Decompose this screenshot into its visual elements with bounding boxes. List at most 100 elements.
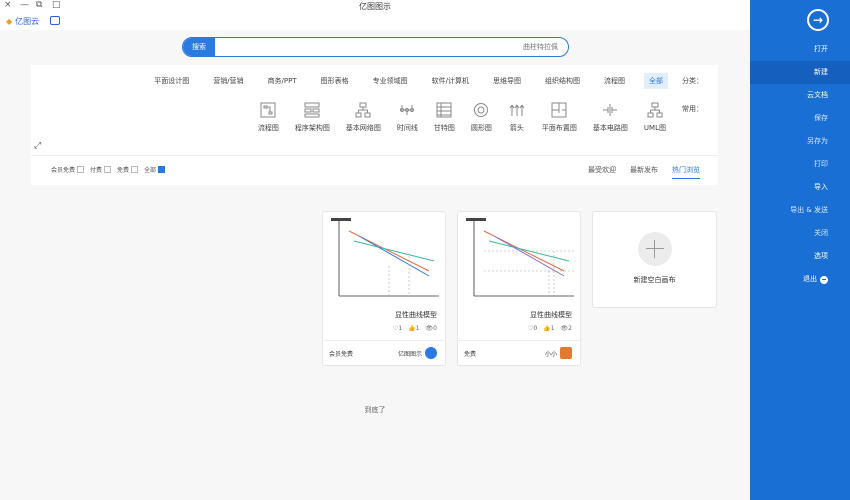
likes-count: 👍1: [408, 325, 420, 332]
common-item-label: 基本网络图: [345, 124, 381, 132]
expand-icon[interactable]: ⤢: [34, 141, 41, 151]
category-business[interactable]: 商务/PPT: [263, 73, 302, 89]
sidebar-item-open[interactable]: 打开: [750, 38, 850, 61]
card-title: 显性曲线模型: [530, 311, 572, 319]
avatar: [560, 347, 572, 359]
category-marketing[interactable]: 营销/营销: [208, 73, 248, 89]
filter-label: 免费: [117, 167, 130, 174]
template-thumbnail: [331, 218, 439, 297]
sort-tabs: 热门浏览 最新发布 最受欢迎: [588, 165, 700, 179]
card-author[interactable]: 小小: [545, 347, 572, 359]
back-button[interactable]: →: [807, 9, 829, 31]
sidebar-item-close[interactable]: 关闭: [750, 222, 850, 245]
checkbox-all[interactable]: [158, 166, 166, 173]
filter-free[interactable]: 免费: [117, 165, 139, 174]
favorites-count: ♡1: [393, 325, 403, 332]
tab-popular[interactable]: 最受欢迎: [588, 165, 616, 179]
common-flowchart[interactable]: 流程图: [258, 101, 279, 133]
filter-label: 付费: [90, 167, 103, 174]
checkbox-member-free[interactable]: [77, 166, 85, 173]
message-icon[interactable]: [50, 16, 60, 25]
main-area: 搜索 分类： 全部 流程图 组织结构图 思维导图 软件/计算机 专业领域图 图形…: [0, 30, 750, 500]
template-thumbnail: [466, 218, 574, 297]
sidebar-item-cloud[interactable]: 云文档: [750, 84, 850, 107]
sidebar-item-options[interactable]: 选项: [750, 245, 850, 268]
common-uml[interactable]: UML图: [644, 101, 666, 133]
common-gantt[interactable]: 甘特图: [434, 101, 455, 133]
new-blank-canvas-card[interactable]: 新建空白画布: [592, 211, 717, 308]
common-architecture[interactable]: 程序架构图: [295, 101, 330, 133]
card-author[interactable]: 亿图图示: [398, 347, 437, 359]
category-row: 分类： 全部 流程图 组织结构图 思维导图 软件/计算机 专业领域图 图形表格 …: [149, 73, 703, 89]
price-filters: 全部 免费 付费 会员免费: [51, 165, 166, 174]
window-title: 亿图图示: [359, 2, 391, 11]
common-circuit[interactable]: 基本电路图: [593, 101, 628, 133]
title-bar: × — ⧉ □ 亿图图示: [0, 0, 750, 14]
filter-member-free[interactable]: 会员免费: [51, 165, 85, 174]
sidebar-item-import[interactable]: 导入: [750, 176, 850, 199]
card-stats: 👁2 👍1 ♡0: [528, 325, 572, 332]
filter-panel: 分类： 全部 流程图 组织结构图 思维导图 软件/计算机 专业领域图 图形表格 …: [31, 65, 718, 155]
tab-latest[interactable]: 最新发布: [630, 165, 658, 179]
card-stats: 👁0 👍1 ♡1: [393, 325, 437, 332]
common-item-label: 箭头: [509, 124, 524, 132]
filter-paid[interactable]: 付费: [90, 165, 112, 174]
right-sidebar: → 打开 新建 云文档 保存 另存为 打印 导入 导出 & 发送 关闭 选项 退…: [750, 0, 850, 500]
favorites-count: ♡0: [528, 325, 538, 332]
category-org[interactable]: 组织结构图: [540, 73, 585, 89]
flowchart-icon: [259, 101, 277, 119]
sidebar-menu: 打开 新建 云文档 保存 另存为 打印 导入 导出 & 发送 关闭 选项 退出: [750, 38, 850, 291]
search-input[interactable]: [228, 38, 558, 56]
exit-label: 退出: [803, 275, 817, 283]
common-item-label: 时间线: [396, 124, 418, 132]
common-network[interactable]: 基本网络图: [346, 101, 381, 133]
architecture-icon: [303, 101, 321, 119]
gantt-icon: [435, 101, 453, 119]
category-flowchart[interactable]: 流程图: [599, 73, 630, 89]
sidebar-item-export[interactable]: 导出 & 发送: [750, 199, 850, 222]
uml-icon: [646, 101, 664, 119]
sidebar-item-save-as[interactable]: 另存为: [750, 130, 850, 153]
plus-icon: [638, 232, 672, 266]
template-card[interactable]: 显性曲线模型 👁2 👍1 ♡0 小小 免费: [457, 211, 581, 366]
arrow-right-icon: →: [812, 13, 824, 27]
common-circle-chart[interactable]: 圆形图: [471, 101, 492, 133]
common-timeline[interactable]: 时间线: [397, 101, 418, 133]
category-all[interactable]: 全部: [644, 73, 668, 89]
card-title: 显性曲线模型: [395, 311, 437, 319]
search-button[interactable]: 搜索: [183, 38, 215, 56]
filter-label: 会员免费: [51, 167, 76, 174]
filter-label: 全部: [144, 167, 157, 174]
tab-hot[interactable]: 热门浏览: [672, 165, 700, 179]
common-item-label: 基本电路图: [592, 124, 628, 132]
category-table[interactable]: 图形表格: [316, 73, 354, 89]
common-arrow[interactable]: 箭头: [508, 101, 526, 133]
checkbox-paid[interactable]: [104, 166, 112, 173]
common-item-label: 平面布置图: [541, 124, 577, 132]
card-footer: 小小 免费: [458, 340, 580, 365]
checkbox-free[interactable]: [131, 166, 139, 173]
common-item-label: 程序架构图: [294, 124, 330, 132]
views-count: 👁2: [560, 325, 572, 332]
category-software[interactable]: 软件/计算机: [427, 73, 474, 89]
sidebar-item-save[interactable]: 保存: [750, 107, 850, 130]
search-bar: 搜索: [182, 37, 569, 57]
category-mindmap[interactable]: 思维导图: [488, 73, 526, 89]
category-professional[interactable]: 专业领域图: [368, 73, 413, 89]
template-card[interactable]: 显性曲线模型 👁0 👍1 ♡1 亿图图示 会员免费: [322, 211, 446, 366]
common-item-label: 流程图: [257, 124, 279, 132]
cloud-brand[interactable]: ◆ 亿图云: [6, 16, 39, 27]
common-floorplan[interactable]: 平面布置图: [542, 101, 577, 133]
sidebar-item-new[interactable]: 新建: [750, 61, 850, 84]
sidebar-item-print[interactable]: 打印: [750, 153, 850, 176]
price-badge: 会员免费: [329, 351, 354, 358]
common-item-label: UML图: [643, 124, 666, 132]
filter-all[interactable]: 全部: [144, 165, 166, 174]
common-row: 常用： UML图 基本电路图 平面布置图 箭头 圆形图 甘特图 时间线 基本网络…: [258, 101, 703, 133]
logout-icon: [820, 275, 828, 284]
category-graphic[interactable]: 平面设计图: [149, 73, 194, 89]
end-of-list-text: 到底了: [364, 406, 386, 414]
sidebar-item-exit[interactable]: 退出: [750, 268, 850, 291]
category-label: 分类：: [682, 77, 703, 85]
network-icon: [354, 101, 372, 119]
